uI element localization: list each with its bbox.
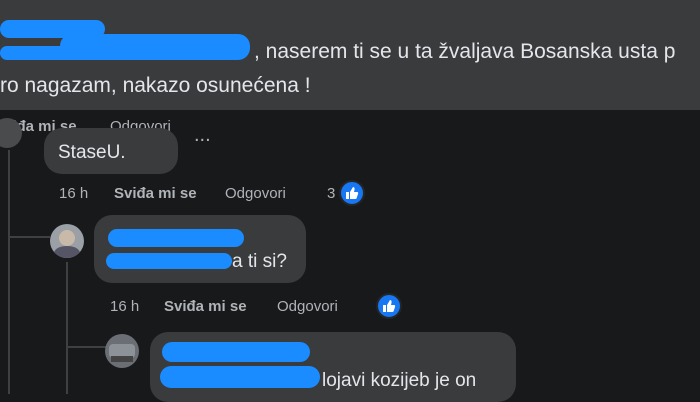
redaction-mark [162, 342, 310, 362]
reply2-time[interactable]: 16 h [110, 298, 139, 315]
redaction-mark [108, 229, 244, 247]
thread-line [66, 262, 68, 394]
thread-connector [66, 346, 106, 348]
redaction-mark [60, 34, 250, 60]
redaction-mark [106, 253, 232, 269]
reply3-text: lojavi kozijeb je on [322, 370, 477, 391]
more-options-button[interactable]: ... [194, 124, 211, 147]
redaction-mark [160, 366, 320, 388]
reply2-bubble: a ti si? [94, 215, 306, 283]
like-reaction-icon[interactable] [339, 180, 365, 206]
thumbs-up-icon [383, 300, 396, 312]
top-comment-line1: , naserem ti se u ta žvaljava Bosanska u… [254, 40, 676, 63]
reply1-time[interactable]: 16 h [59, 185, 88, 202]
reply2-text: a ti si? [232, 251, 287, 272]
avatar[interactable] [50, 224, 84, 258]
reply2-like-link[interactable]: Sviđa mi se [164, 298, 247, 315]
thumbs-up-icon [346, 187, 359, 199]
reply1-actions: 16 h Sviđa mi se Odgovori 3 [0, 180, 700, 206]
reply2-reply-link[interactable]: Odgovori [277, 298, 338, 315]
thread-connector [8, 236, 50, 238]
reply1-like-link[interactable]: Sviđa mi se [114, 185, 197, 202]
reaction-count[interactable]: 3 [327, 185, 335, 202]
like-reaction-icon[interactable] [376, 293, 402, 319]
avatar[interactable] [105, 334, 139, 368]
top-comment-line2: ro nagazam, nakazo osunećena ! [0, 74, 311, 97]
reply2-actions: 16 h Sviđa mi se Odgovori [0, 292, 700, 320]
redaction-mark [0, 46, 80, 60]
reply1-reply-link[interactable]: Odgovori [225, 185, 286, 202]
reply1-text: StaseU. [58, 142, 126, 163]
reply1-bubble: StaseU. [44, 128, 178, 174]
